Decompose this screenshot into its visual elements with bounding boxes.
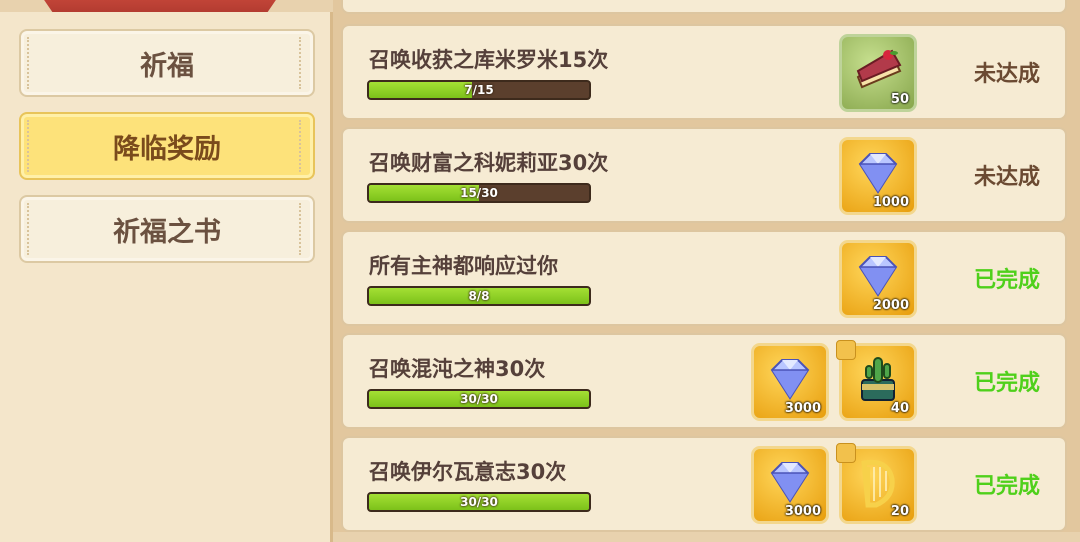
trim	[27, 203, 35, 255]
quest-row-partial	[341, 0, 1067, 14]
sidebar-item-blessing[interactable]: 祈福	[19, 29, 315, 97]
progress-text: 30/30	[460, 392, 498, 406]
sidebar-item-descent-rewards[interactable]: 降临奖励	[19, 112, 315, 180]
reward-quantity: 50	[890, 92, 909, 107]
reward-item[interactable]: 20	[836, 443, 917, 524]
sidebar-item-label: 降临奖励	[113, 133, 221, 165]
progress-text: 30/30	[460, 495, 498, 509]
reward-quantity: 1000	[872, 195, 909, 210]
trim	[27, 120, 35, 172]
sidebar-item-label: 祈福之书	[113, 216, 221, 248]
quest-status: 已完成	[973, 474, 1040, 499]
quest-title: 所有主神都响应过你	[369, 254, 558, 278]
quest-status: 已完成	[973, 268, 1040, 293]
reward-item[interactable]: 3000	[751, 343, 829, 421]
trim	[27, 37, 35, 89]
progress-bar: 7/15	[367, 80, 591, 100]
quest-row: 所有主神都响应过你 8/8 2000 已完成	[341, 230, 1067, 326]
quest-list[interactable]: 召唤收获之库米罗米15次 7/15 50 未达成 召唤财富之科妮莉亚30次 15/30 10…	[333, 0, 1080, 532]
progress-bar: 15/30	[367, 183, 591, 203]
reward-item[interactable]: 50	[839, 34, 917, 112]
quest-title: 召唤混沌之神30次	[369, 357, 546, 381]
reward-quantity: 40	[890, 401, 909, 416]
progress-text: 8/8	[468, 289, 490, 303]
reward-quantity: 3000	[784, 504, 821, 519]
quest-row: 召唤收获之库米罗米15次 7/15 50 未达成	[341, 24, 1067, 120]
progress-text: 15/30	[460, 186, 498, 200]
quest-status: 已完成	[973, 371, 1040, 396]
quest-row: 召唤伊尔瓦意志30次 30/30 3000 20 已完成	[341, 436, 1067, 532]
quest-row: 召唤混沌之神30次 30/30 3000 40 已完成	[341, 333, 1067, 429]
reward-item[interactable]: 1000	[839, 137, 917, 215]
quest-status: 未达成	[973, 62, 1040, 87]
quest-title: 召唤收获之库米罗米15次	[369, 48, 609, 72]
trim	[299, 120, 307, 172]
progress-text: 7/15	[464, 83, 494, 97]
reward-quantity: 3000	[784, 401, 821, 416]
quest-title: 召唤财富之科妮莉亚30次	[369, 151, 609, 175]
sidebar-item-blessing-book[interactable]: 祈福之书	[19, 195, 315, 263]
sidebar-item-label: 祈福	[140, 50, 194, 82]
reward-quantity: 2000	[872, 298, 909, 313]
reward-quantity: 20	[890, 504, 909, 519]
trim	[299, 203, 307, 255]
progress-bar: 30/30	[367, 492, 591, 512]
progress-bar: 8/8	[367, 286, 591, 306]
progress-bar: 30/30	[367, 389, 591, 409]
quest-title: 召唤伊尔瓦意志30次	[369, 460, 567, 484]
reward-item[interactable]: 40	[836, 340, 917, 421]
trim	[299, 37, 307, 89]
reward-item[interactable]: 3000	[751, 446, 829, 524]
sidebar: 祈福 降临奖励 祈福之书	[0, 12, 333, 542]
quest-row: 召唤财富之科妮莉亚30次 15/30 1000 未达成	[341, 127, 1067, 223]
quest-status: 未达成	[973, 165, 1040, 190]
reward-item[interactable]: 2000	[839, 240, 917, 318]
